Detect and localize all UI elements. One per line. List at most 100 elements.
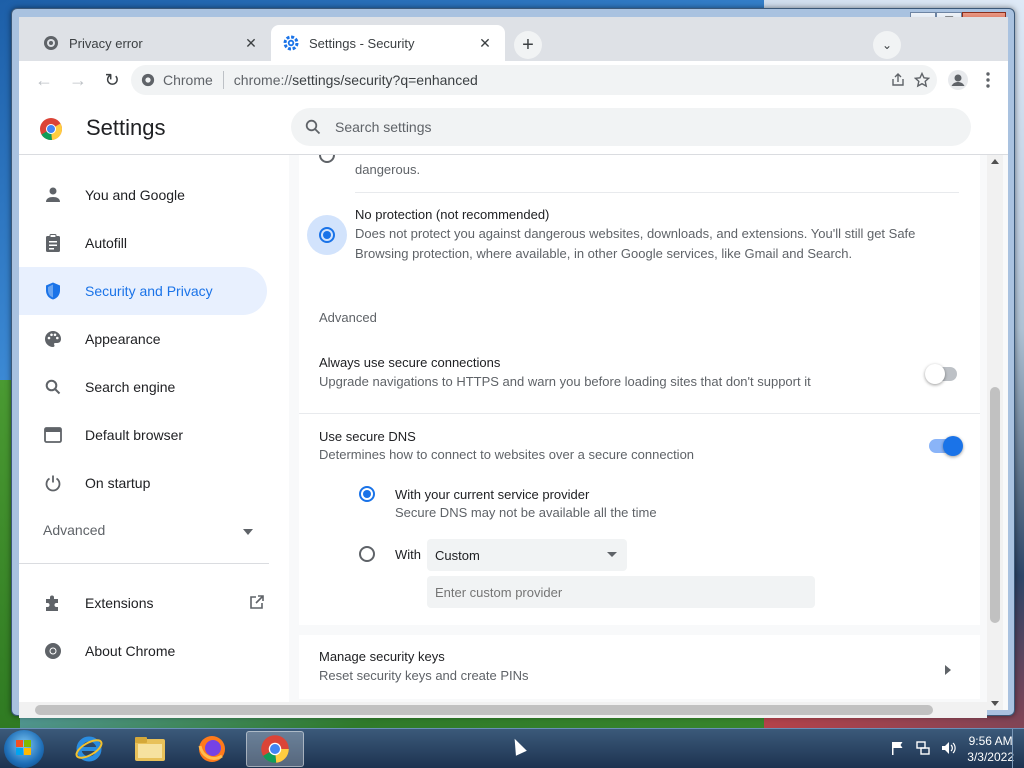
gear-icon bbox=[283, 35, 299, 51]
sidebar-advanced-toggle[interactable]: Advanced bbox=[43, 522, 253, 538]
security-keys-card[interactable]: Manage security keys Reset security keys… bbox=[299, 635, 980, 699]
no-protection-desc-1: Does not protect you against dangerous w… bbox=[355, 226, 916, 241]
site-chip[interactable]: Chrome bbox=[141, 72, 213, 88]
sidebar-item-label: On startup bbox=[85, 475, 151, 491]
sidebar-advanced-label: Advanced bbox=[43, 522, 106, 538]
firefox-icon bbox=[198, 736, 225, 762]
taskbar-internet-explorer[interactable] bbox=[60, 731, 118, 767]
dns-current-desc: Secure DNS may not be available all the … bbox=[395, 505, 657, 520]
person-icon bbox=[43, 185, 63, 205]
dns-current-title: With your current service provider bbox=[395, 487, 590, 502]
toggle-knob bbox=[943, 436, 963, 456]
sidebar-item-label: Search engine bbox=[85, 379, 176, 395]
back-button[interactable]: ← bbox=[31, 67, 57, 93]
chrome-site-icon bbox=[141, 73, 155, 87]
search-icon bbox=[305, 119, 321, 135]
share-icon[interactable] bbox=[889, 71, 907, 89]
sidebar-item-label: About Chrome bbox=[85, 643, 176, 659]
taskbar-clock[interactable]: 9:56 AM 3/3/2022 bbox=[967, 733, 1014, 765]
chrome-logo-icon bbox=[261, 735, 289, 763]
https-toggle[interactable] bbox=[925, 364, 957, 384]
tab-settings-security[interactable]: Settings - Security ✕ bbox=[271, 25, 505, 61]
security-keys-title: Manage security keys bbox=[319, 649, 445, 664]
sidebar-divider bbox=[19, 563, 269, 564]
tab-search-button[interactable]: ⌄ bbox=[873, 31, 901, 59]
tab-privacy-error[interactable]: Privacy error ✕ bbox=[31, 25, 271, 61]
puzzle-icon bbox=[43, 593, 63, 613]
search-placeholder: Search settings bbox=[335, 119, 432, 135]
sidebar-item-default-browser[interactable]: Default browser bbox=[19, 411, 267, 459]
sidebar-item-search-engine[interactable]: Search engine bbox=[19, 363, 267, 411]
taskbar-firefox[interactable] bbox=[183, 731, 241, 767]
tab-title: Settings - Security bbox=[309, 35, 415, 51]
sidebar-item-label: Appearance bbox=[85, 331, 161, 347]
forward-button[interactable]: → bbox=[65, 67, 91, 93]
menu-kebab-icon[interactable] bbox=[975, 67, 1001, 93]
sidebar-item-appearance[interactable]: Appearance bbox=[19, 315, 267, 363]
site-label: Chrome bbox=[163, 72, 213, 88]
dns-with-label: With bbox=[395, 547, 421, 562]
sidebar-item-autofill[interactable]: Autofill bbox=[19, 219, 267, 267]
radio-no-protection[interactable] bbox=[319, 227, 335, 243]
chevron-right-icon bbox=[945, 662, 951, 680]
no-protection-title: No protection (not recommended) bbox=[355, 207, 550, 222]
sidebar-item-you-and-google[interactable]: You and Google bbox=[19, 171, 267, 219]
settings-main: dangerous. No protection (not recommende… bbox=[289, 155, 1008, 710]
sidebar-item-label: Security and Privacy bbox=[85, 283, 213, 299]
system-tray: 9:56 AM 3/3/2022 bbox=[891, 733, 1014, 765]
external-link-icon[interactable] bbox=[249, 594, 265, 613]
palette-icon bbox=[43, 329, 63, 349]
taskbar-chrome[interactable] bbox=[246, 731, 304, 767]
new-tab-button[interactable]: + bbox=[514, 31, 542, 59]
custom-provider-input[interactable] bbox=[427, 576, 815, 608]
chrome-logo-icon bbox=[39, 117, 63, 141]
sidebar-item-label: You and Google bbox=[85, 187, 185, 203]
row-divider bbox=[299, 413, 980, 414]
scroll-thumb[interactable] bbox=[990, 387, 1000, 623]
https-desc: Upgrade navigations to HTTPS and warn yo… bbox=[319, 374, 811, 389]
profile-avatar[interactable] bbox=[945, 67, 971, 93]
radio-custom-provider[interactable] bbox=[359, 546, 375, 562]
clock-time: 9:56 AM bbox=[968, 734, 1013, 748]
action-center-flag-icon[interactable] bbox=[891, 741, 905, 758]
url-scheme: chrome:// bbox=[233, 72, 293, 88]
bookmark-star-icon[interactable] bbox=[913, 71, 931, 89]
folder-icon bbox=[135, 737, 165, 761]
vertical-scrollbar[interactable] bbox=[987, 155, 1003, 710]
sidebar-item-label: Autofill bbox=[85, 235, 128, 251]
network-icon[interactable] bbox=[915, 740, 931, 758]
security-keys-desc: Reset security keys and create PINs bbox=[319, 668, 529, 683]
search-settings-input[interactable]: Search settings bbox=[291, 108, 971, 146]
start-button[interactable] bbox=[4, 730, 44, 768]
radio-standard-protection[interactable] bbox=[319, 155, 335, 163]
globe-icon bbox=[43, 35, 59, 51]
volume-icon[interactable] bbox=[941, 741, 957, 758]
radio-current-provider[interactable] bbox=[359, 486, 375, 502]
scroll-down-arrow[interactable] bbox=[991, 701, 999, 706]
caret-down-icon bbox=[243, 522, 253, 538]
sidebar-item-on-startup[interactable]: On startup bbox=[19, 459, 267, 507]
sidebar-item-label: Extensions bbox=[85, 595, 154, 611]
taskbar-file-explorer[interactable] bbox=[121, 731, 179, 767]
sidebar-item-extensions[interactable]: Extensions bbox=[19, 579, 279, 627]
tab-close-icon[interactable]: ✕ bbox=[477, 35, 493, 52]
horizontal-scrollbar[interactable] bbox=[19, 702, 987, 718]
reload-button[interactable]: ↻ bbox=[99, 67, 125, 93]
sidebar-item-about-chrome[interactable]: About Chrome bbox=[19, 627, 267, 675]
scroll-thumb[interactable] bbox=[35, 705, 933, 715]
settings-header: Settings Search settings bbox=[19, 99, 1008, 155]
power-icon bbox=[43, 473, 63, 493]
secure-dns-toggle[interactable] bbox=[929, 436, 963, 456]
previous-option-text: dangerous. bbox=[355, 162, 421, 177]
caret-down-icon bbox=[607, 552, 617, 557]
tab-close-icon[interactable]: ✕ bbox=[243, 35, 259, 52]
dns-provider-selected: Custom bbox=[435, 547, 480, 563]
chrome-frame: Privacy error ✕ Settings - Security ✕ + … bbox=[19, 17, 1008, 718]
dns-provider-select[interactable]: Custom bbox=[427, 539, 627, 571]
toggle-knob bbox=[925, 364, 945, 384]
scroll-up-arrow[interactable] bbox=[991, 159, 999, 164]
show-desktop-button[interactable] bbox=[1012, 729, 1024, 768]
address-bar[interactable]: Chrome chrome://settings/security?q=enha… bbox=[131, 65, 937, 95]
sidebar-item-security-and-privacy[interactable]: Security and Privacy bbox=[19, 267, 267, 315]
https-title: Always use secure connections bbox=[319, 355, 501, 370]
